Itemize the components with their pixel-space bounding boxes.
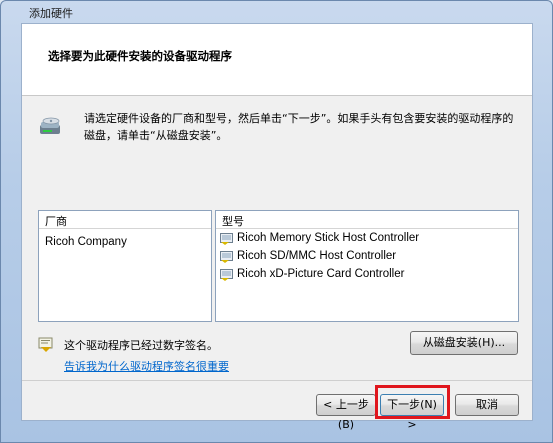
next-button[interactable]: 下一步(N) > bbox=[380, 394, 444, 431]
add-hardware-window: 添加硬件 选择要为此硬件安装的设备驱动程序 请选定硬件设备的厂商和型号，然后单击… bbox=[0, 0, 553, 443]
signature-info-link[interactable]: 告诉我为什么驱动程序签名很重要 bbox=[64, 358, 229, 374]
list-item[interactable]: Ricoh Company bbox=[39, 233, 211, 251]
list-item[interactable]: Ricoh xD-Picture Card Controller bbox=[216, 265, 518, 283]
cancel-button[interactable]: 取消 bbox=[455, 394, 519, 416]
wizard-header: 选择要为此硬件安装的设备驱动程序 bbox=[22, 24, 532, 96]
model-name: Ricoh Memory Stick Host Controller bbox=[237, 232, 420, 244]
model-header[interactable]: 型号 bbox=[216, 211, 518, 229]
device-driver-icon bbox=[220, 232, 233, 245]
list-item[interactable]: Ricoh Memory Stick Host Controller bbox=[216, 229, 518, 247]
window-title: 添加硬件 bbox=[29, 7, 73, 20]
back-button[interactable]: < 上一步(B) bbox=[316, 394, 376, 431]
device-driver-icon bbox=[220, 250, 233, 263]
model-list[interactable]: 型号 Ricoh Memory Stick Host Controller Ri… bbox=[215, 210, 519, 322]
instruction-text: 请选定硬件设备的厂商和型号，然后单击“下一步”。如果手头有包含要安装的驱动程序的… bbox=[84, 112, 514, 142]
divider bbox=[22, 380, 532, 381]
manufacturer-list[interactable]: 厂商 Ricoh Company bbox=[38, 210, 212, 322]
have-disk-button[interactable]: 从磁盘安装(H)... bbox=[410, 331, 518, 355]
model-name: Ricoh SD/MMC Host Controller bbox=[237, 250, 397, 262]
manufacturer-header[interactable]: 厂商 bbox=[39, 211, 211, 229]
title-bar[interactable]: 添加硬件 bbox=[1, 1, 552, 23]
device-driver-icon bbox=[220, 268, 233, 281]
list-item[interactable]: Ricoh SD/MMC Host Controller bbox=[216, 247, 518, 265]
wizard-content: 选择要为此硬件安装的设备驱动程序 请选定硬件设备的厂商和型号，然后单击“下一步”… bbox=[21, 23, 533, 431]
model-name: Ricoh xD-Picture Card Controller bbox=[237, 268, 405, 280]
signature-status: 这个驱动程序已经过数字签名。 bbox=[64, 339, 218, 352]
hardware-disk-icon bbox=[40, 117, 60, 134]
page-title: 选择要为此硬件安装的设备驱动程序 bbox=[48, 49, 232, 63]
signed-driver-icon bbox=[38, 337, 53, 352]
